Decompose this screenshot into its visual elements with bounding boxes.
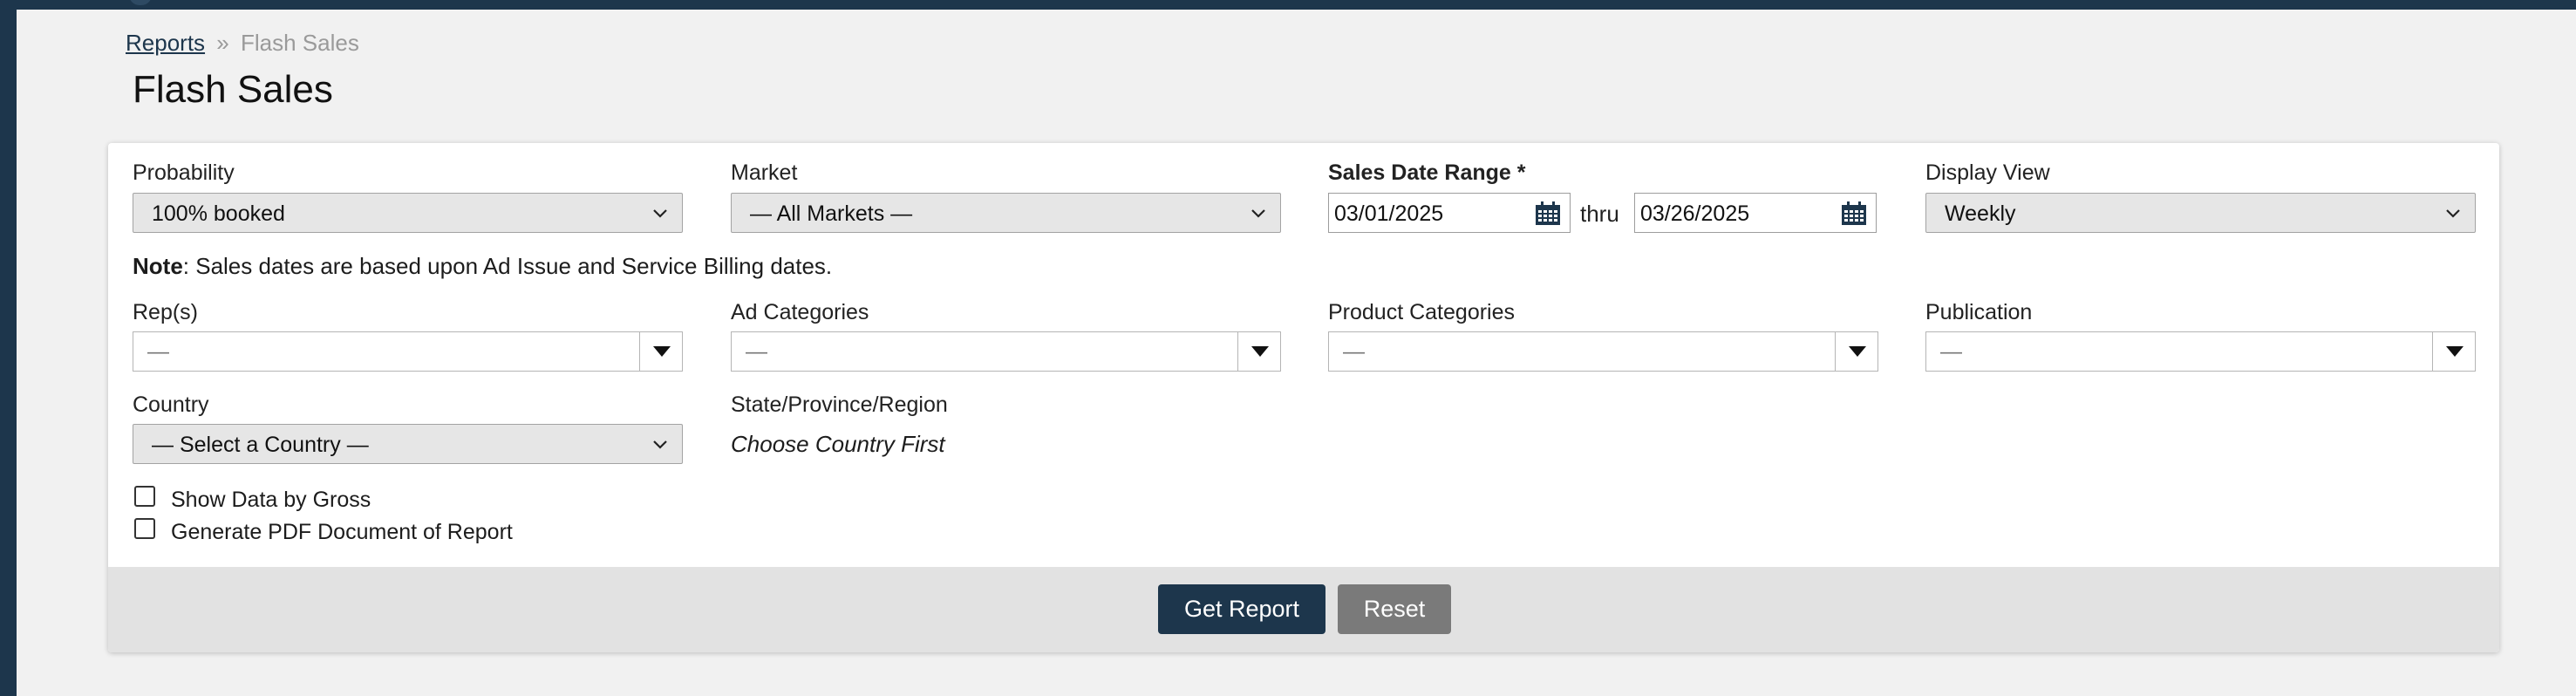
multiselect-divider (1835, 332, 1836, 371)
market-value: — All Markets — (750, 201, 913, 226)
display-view-label: Display View (1925, 160, 2050, 185)
product-categories-value: — (1343, 339, 1365, 364)
breadcrumb-current: Flash Sales (240, 30, 359, 56)
calendar-icon[interactable] (1535, 201, 1561, 226)
probability-select[interactable]: 100% booked (133, 193, 683, 233)
sales-date-to-input[interactable]: 03/26/2025 (1634, 193, 1877, 233)
get-report-button[interactable]: Get Report (1158, 584, 1325, 634)
report-filter-panel: Probability 100% booked Market — All Mar… (108, 143, 2499, 652)
reset-button[interactable]: Reset (1338, 584, 1451, 634)
reps-multiselect[interactable]: — (133, 331, 683, 372)
publication-multiselect[interactable]: — (1925, 331, 2476, 372)
app-side-strip (0, 0, 17, 696)
product-categories-multiselect[interactable]: — (1328, 331, 1878, 372)
sales-date-from-value: 03/01/2025 (1334, 201, 1444, 226)
calendar-icon[interactable] (1841, 201, 1867, 226)
ad-categories-label: Ad Categories (731, 300, 869, 324)
country-select[interactable]: — Select a Country — (133, 424, 683, 464)
chevron-down-icon (1251, 209, 1265, 218)
triangle-down-icon[interactable] (2446, 346, 2464, 357)
show-gross-checkbox[interactable] (134, 486, 155, 507)
display-view-select[interactable]: Weekly (1925, 193, 2476, 233)
multiselect-divider (2432, 332, 2433, 371)
publication-label: Publication (1925, 300, 2033, 324)
breadcrumb-separator: » (216, 30, 229, 56)
display-view-value: Weekly (1945, 201, 2016, 226)
sales-date-to-value: 03/26/2025 (1640, 201, 1750, 226)
app-logo-edge (129, 0, 152, 5)
product-categories-label: Product Categories (1328, 300, 1516, 324)
triangle-down-icon[interactable] (1251, 346, 1269, 357)
multiselect-divider (1237, 332, 1238, 371)
note-text: : Sales dates are based upon Ad Issue an… (182, 253, 833, 279)
breadcrumb: Reports » Flash Sales (126, 30, 359, 57)
sales-dates-note: Note: Sales dates are based upon Ad Issu… (133, 253, 832, 280)
state-region-placeholder: Choose Country First (731, 431, 945, 457)
sales-date-range-label: Sales Date Range * (1328, 160, 1526, 185)
app-top-bar (0, 0, 2576, 10)
page-title: Flash Sales (133, 68, 333, 111)
reps-label: Rep(s) (133, 300, 199, 324)
multiselect-divider (639, 332, 640, 371)
probability-label: Probability (133, 160, 235, 185)
triangle-down-icon[interactable] (653, 346, 671, 357)
market-label: Market (731, 160, 798, 185)
ad-categories-value: — (746, 339, 767, 364)
triangle-down-icon[interactable] (1849, 346, 1866, 357)
chevron-down-icon (2446, 209, 2460, 218)
ad-categories-multiselect[interactable]: — (731, 331, 1281, 372)
reps-value: — (147, 339, 169, 364)
generate-pdf-label[interactable]: Generate PDF Document of Report (171, 520, 513, 545)
market-select[interactable]: — All Markets — (731, 193, 1281, 233)
sales-date-from-input[interactable]: 03/01/2025 (1328, 193, 1571, 233)
chevron-down-icon (653, 209, 667, 218)
chevron-down-icon (653, 440, 667, 449)
date-range-thru-text: thru (1580, 201, 1619, 227)
country-label: Country (133, 392, 209, 417)
panel-footer: Get Report Reset (108, 567, 2499, 652)
country-value: — Select a Country — (152, 433, 369, 457)
state-region-label: State/Province/Region (731, 392, 948, 417)
probability-value: 100% booked (152, 201, 285, 226)
breadcrumb-reports-link[interactable]: Reports (126, 30, 205, 56)
show-gross-label[interactable]: Show Data by Gross (171, 488, 371, 513)
note-prefix: Note (133, 253, 183, 279)
publication-value: — (1940, 339, 1962, 364)
generate-pdf-checkbox[interactable] (134, 518, 155, 539)
